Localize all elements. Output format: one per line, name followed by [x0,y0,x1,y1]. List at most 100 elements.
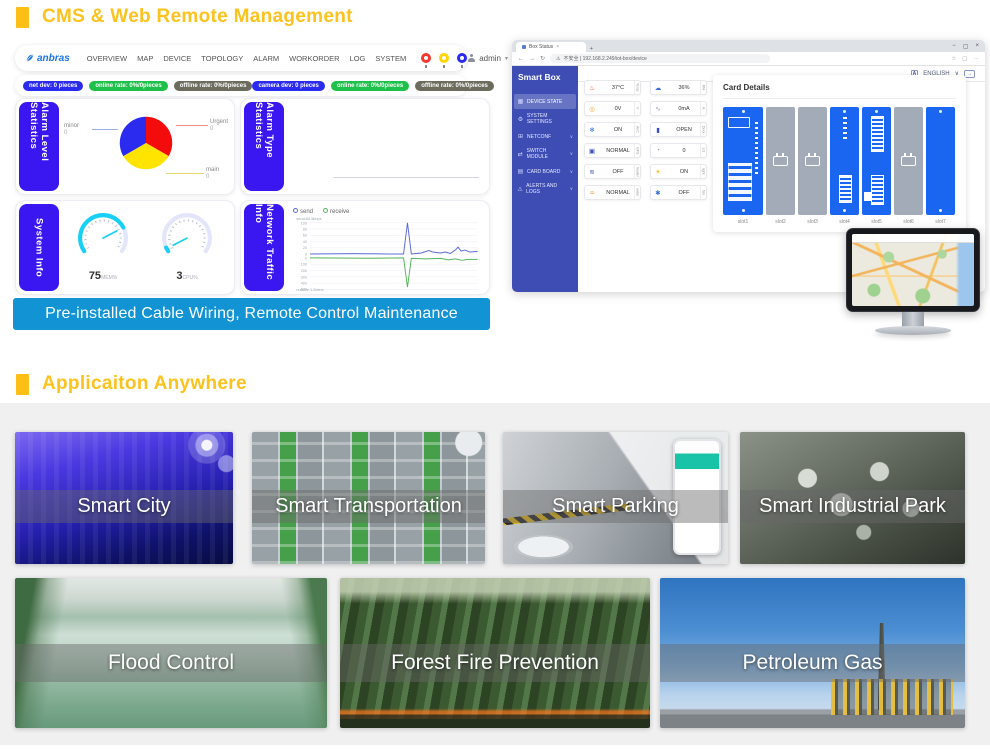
menu-dots-icon[interactable]: ⋯ [974,56,980,62]
logout-icon[interactable]: → [964,70,975,78]
status-card-water: ♒NORMALwater [584,185,641,200]
svg-text:80: 80 [303,226,307,231]
cms-banner: Pre-installed Cable Wiring, Remote Contr… [13,298,490,330]
minimize-icon[interactable]: − [952,43,956,50]
chevron-down-icon: ∨ [570,151,573,157]
svg-text:60: 60 [303,233,307,238]
sidebar-item-device-state[interactable]: ▦ DEVICE STATE [514,94,576,109]
empty-chart-baseline [333,177,479,178]
nav-item-workorder[interactable]: WORKORDER [289,54,339,63]
sidebar-item-label: NETCONF [527,134,551,140]
window-controls: − ▢ × [952,43,985,52]
slot-card-5[interactable] [862,107,891,215]
nav-item-log[interactable]: LOG [350,54,366,63]
card-details-title: Card Details [723,83,956,92]
nav-item-alarm[interactable]: ALARM [253,54,279,63]
sidebar-item-system-settings[interactable]: ⚙ SYSTEM SETTINGS [512,109,578,129]
profile-icon[interactable]: ▢ [962,56,967,62]
cms-banner-text: Pre-installed Cable Wiring, Remote Contr… [45,305,458,323]
tile-smart-city: Smart City [15,432,233,564]
url-text: 不安全 | 192.168.2.249/iot-box/device [564,55,647,62]
status-badge: offline rate: 0%/0pieces [174,81,253,91]
favicon [522,45,526,49]
card-board-icon: ▤ [517,168,524,175]
cms-logo[interactable]: anbras [25,53,70,64]
voltage-icon: ◎ [588,105,596,113]
status-card-gps: ▣NORMALGPS [584,143,641,158]
urgent-alarm-indicator-icon[interactable] [421,53,431,63]
svg-text:20: 20 [303,245,307,250]
alarm-level-panel: Alarm Level Statistics minor0 Urgent0 ma… [15,98,235,195]
svg-text:200: 200 [301,268,307,273]
pie-label-minor: minor0 [64,123,79,137]
netconf-icon: ⊞ [517,133,524,140]
gps-icon: ▣ [588,147,596,155]
leader-line [176,125,208,126]
level-sensor-icon: ◔ [654,147,662,154]
sidebar-item-alerts-logs[interactable]: ⚠ ALERTS AND LOGS ∨ [512,179,578,199]
logo-text: anbras [37,53,70,64]
sidebar-item-label: DEVICE STATE [527,99,562,105]
svg-text:receive:1.2kbps: receive:1.2kbps [296,287,323,291]
tile-petroleum-gas: Petroleum Gas [660,578,965,728]
status-card-temperature: ♨37°CTemp [584,80,641,95]
traffic-line-chart: send:64.5kbps 100 80 60 40 20 0 0 100 20… [289,215,485,291]
receive-legend-icon [323,208,328,213]
maximize-icon[interactable]: ▢ [963,43,969,50]
user-name: admin [479,54,501,63]
status-card-level-sensor: ◔0LS [650,143,707,158]
sidebar-item-netconf[interactable]: ⊞ NETCONF ∨ [512,129,578,144]
slot-labels: slot1 slot2 slot3 slot4 slot5 slot6 slot… [723,219,956,225]
chevron-down-icon: ▾ [505,55,508,62]
nav-item-map[interactable]: MAP [137,54,153,63]
slot-card-7[interactable] [926,107,955,215]
empty-slot-icon [901,156,916,166]
status-badge: net dev: 0 pieces [23,81,83,91]
tile-smart-industrial-park: Smart Industrial Park [740,432,965,564]
nav-item-overview[interactable]: OVERVIEW [87,54,127,63]
monitor-stand-base [875,326,951,335]
heading-bullet [16,7,29,28]
nav-item-topology[interactable]: TOPOLOGY [201,54,243,63]
slot-card-4[interactable] [830,107,859,215]
chevron-down-icon: ∨ [570,186,573,192]
not-secure-warning-icon: ⚠ [556,56,560,62]
status-card-humidity: ☁36%RH [650,80,707,95]
nav-item-system[interactable]: SYSTEM [375,54,406,63]
reload-icon[interactable]: ↻ [540,55,545,62]
cms-dashboard-screenshot: anbras OVERVIEW MAP DEVICE TOPOLOGY ALAR… [13,42,490,330]
browser-tab[interactable]: Box Status × [516,42,586,52]
close-icon[interactable]: × [975,43,979,50]
slot-card-6[interactable] [894,107,923,215]
forward-icon[interactable]: → [529,56,535,62]
bookmark-star-icon[interactable]: ☆ [951,56,956,62]
send-legend-icon [293,208,298,213]
panel-title-vertical: Network Traffic Info [244,204,284,291]
sidebar-item-switch-module[interactable]: ⇄ SWITCH MODULE ∨ [512,144,578,164]
main-alarm-indicator-icon[interactable] [439,53,449,63]
current-wave-icon: ∿ [654,105,662,113]
fan-icon: ✱ [654,189,662,197]
slot-card-2[interactable] [766,107,795,215]
status-card-grid: ♨37°CTemp ☁36%RH ◎0VV ∿0mAA ❄ONAirC ▮OPE… [584,80,708,200]
svg-text:40: 40 [303,239,307,244]
slot-card-3[interactable] [798,107,827,215]
panel-title-vertical: Alarm Type Statistics [244,102,284,191]
back-icon[interactable]: ← [518,56,524,62]
sidebar-item-card-board[interactable]: ▤ CARD BOARD ∨ [512,164,578,179]
tile-label: Smart City [77,495,170,518]
new-tab-icon[interactable]: + [590,46,593,52]
sidebar-item-label: ALERTS AND LOGS [526,183,567,195]
slot-card-1[interactable] [723,107,763,215]
address-bar[interactable]: ⚠ 不安全 | 192.168.2.249/iot-box/device [550,54,770,63]
nav-item-device[interactable]: DEVICE [163,54,191,63]
user-avatar-icon [467,54,475,62]
chevron-down-icon: ∨ [570,169,573,175]
minor-alarm-indicator-icon[interactable] [457,53,467,63]
status-card-light: ☀ONlight [650,164,707,179]
tab-close-icon[interactable]: × [556,44,559,50]
tile-smart-transportation: Smart Transportation [252,432,485,564]
status-badge: online rate: 0%/0pieces [89,81,167,91]
chevron-down-icon: ∨ [570,134,573,140]
sidebar-item-label: CARD BOARD [527,169,560,175]
